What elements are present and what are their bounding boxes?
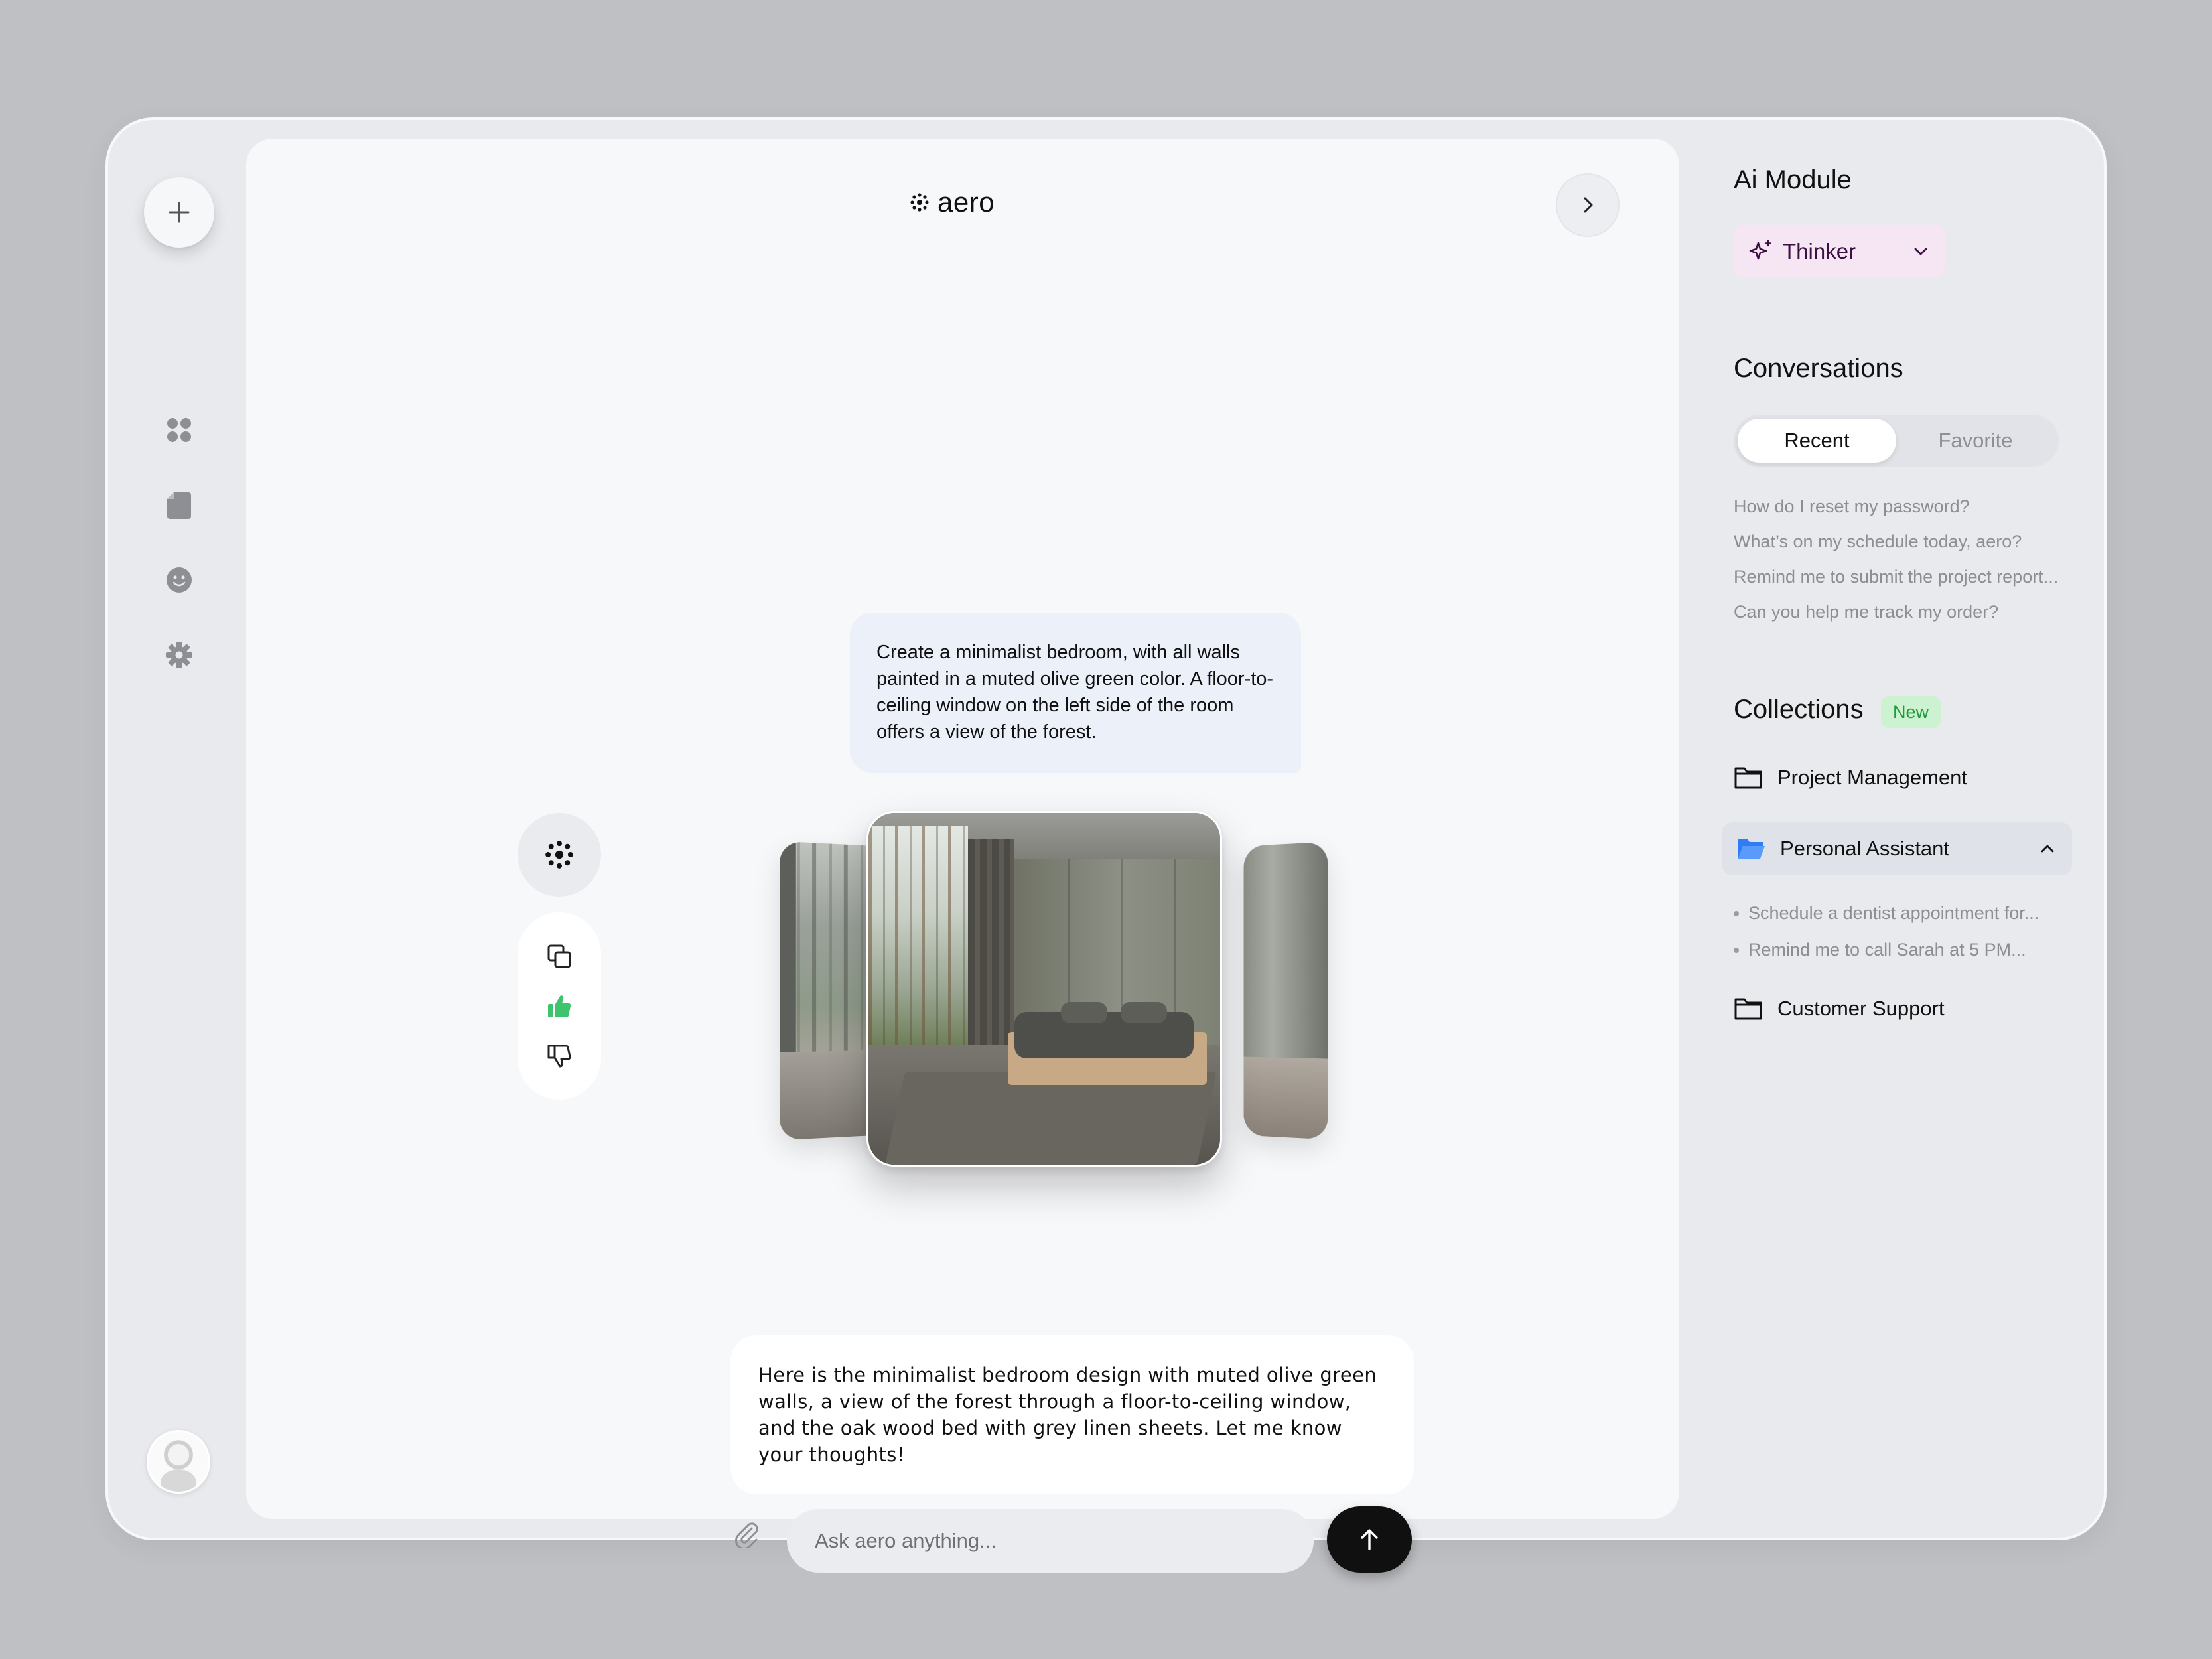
collection-sub-item[interactable]: Remind me to call Sarah at 5 PM...	[1734, 940, 2026, 960]
grid-icon	[165, 416, 193, 444]
user-avatar[interactable]	[147, 1430, 210, 1494]
folder-open-icon	[1736, 835, 1765, 862]
bullet-icon	[1734, 948, 1739, 953]
left-rail	[108, 120, 247, 1538]
plus-icon	[166, 199, 192, 226]
conversation-item[interactable]: Can you help me track my order?	[1734, 595, 2092, 630]
emoji-nav-button[interactable]	[163, 564, 195, 596]
thumbs-down-icon	[546, 1043, 573, 1070]
collection-label: Project Management	[1777, 766, 2072, 790]
chat-panel: aero Create a minimalist bedroom, with a…	[246, 139, 1679, 1519]
ai-module-title: Ai Module	[1734, 165, 1852, 195]
bullet-icon	[1734, 911, 1739, 916]
message-actions	[518, 912, 601, 1100]
assistant-message-bubble: Here is the minimalist bedroom design wi…	[730, 1335, 1414, 1494]
tab-recent[interactable]: Recent	[1738, 419, 1896, 463]
file-icon	[166, 491, 192, 519]
right-panel: Ai Module Thinker Conversations Recent F…	[1734, 120, 2105, 1538]
smiley-icon	[165, 566, 193, 594]
assistant-avatar	[518, 813, 601, 897]
chevron-right-icon	[1578, 195, 1598, 215]
expand-panel-button[interactable]	[1556, 173, 1620, 237]
send-button[interactable]	[1327, 1506, 1412, 1573]
gear-icon	[165, 641, 193, 669]
new-badge: New	[1881, 696, 1941, 728]
chat-input[interactable]	[787, 1509, 1314, 1573]
thumbs-up-icon	[546, 993, 573, 1019]
files-nav-button[interactable]	[163, 489, 195, 521]
copy-icon	[546, 943, 573, 970]
conversation-item[interactable]: How do I reset my password?	[1734, 489, 2092, 524]
dislike-button[interactable]	[542, 1039, 577, 1074]
chevron-up-icon	[2038, 839, 2057, 859]
copy-button[interactable]	[542, 939, 577, 974]
like-button[interactable]	[542, 989, 577, 1023]
collection-label: Personal Assistant	[1780, 837, 2023, 861]
conversations-tabs: Recent Favorite	[1734, 415, 2059, 467]
collection-sub-item[interactable]: Schedule a dentist appointment for...	[1734, 903, 2039, 924]
apps-nav-button[interactable]	[163, 414, 195, 446]
brand-name: aero	[937, 186, 995, 218]
conversation-list: How do I reset my password? What’s on my…	[1734, 489, 2092, 630]
ai-module-selected: Thinker	[1783, 239, 1902, 264]
chevron-down-icon	[1911, 242, 1930, 261]
collection-label: Customer Support	[1777, 997, 2072, 1021]
folder-icon	[1734, 764, 1763, 791]
collection-sub-item-label: Schedule a dentist appointment for...	[1748, 903, 2039, 924]
conversation-item[interactable]: What’s on my schedule today, aero?	[1734, 524, 2092, 559]
collection-customer-support[interactable]: Customer Support	[1734, 982, 2072, 1035]
collection-project-management[interactable]: Project Management	[1734, 751, 2072, 804]
paperclip-icon	[732, 1519, 761, 1548]
arrow-up-icon	[1357, 1528, 1381, 1551]
folder-icon	[1734, 995, 1763, 1022]
user-message-bubble: Create a minimalist bedroom, with all wa…	[850, 613, 1301, 773]
attach-button[interactable]	[730, 1518, 762, 1550]
tab-favorite[interactable]: Favorite	[1896, 419, 2055, 463]
collection-personal-assistant[interactable]: Personal Assistant	[1722, 822, 2072, 875]
collection-sub-item-label: Remind me to call Sarah at 5 PM...	[1748, 940, 2026, 960]
brand-logo: aero	[910, 186, 995, 218]
generated-bedroom-image[interactable]	[866, 811, 1222, 1167]
app-window: aero Create a minimalist bedroom, with a…	[105, 117, 2107, 1540]
conversation-item[interactable]: Remind me to submit the project report..…	[1734, 559, 2092, 595]
generated-image-variant-right[interactable]	[1244, 842, 1328, 1140]
aero-logo-icon	[910, 192, 930, 212]
ai-module-select[interactable]: Thinker	[1734, 225, 1945, 278]
collections-title: Collections	[1734, 695, 1864, 725]
aero-logo-icon	[544, 839, 575, 870]
conversations-title: Conversations	[1734, 354, 1903, 384]
sparkle-icon	[1748, 239, 1773, 264]
settings-nav-button[interactable]	[163, 639, 195, 671]
new-chat-button[interactable]	[144, 177, 214, 248]
